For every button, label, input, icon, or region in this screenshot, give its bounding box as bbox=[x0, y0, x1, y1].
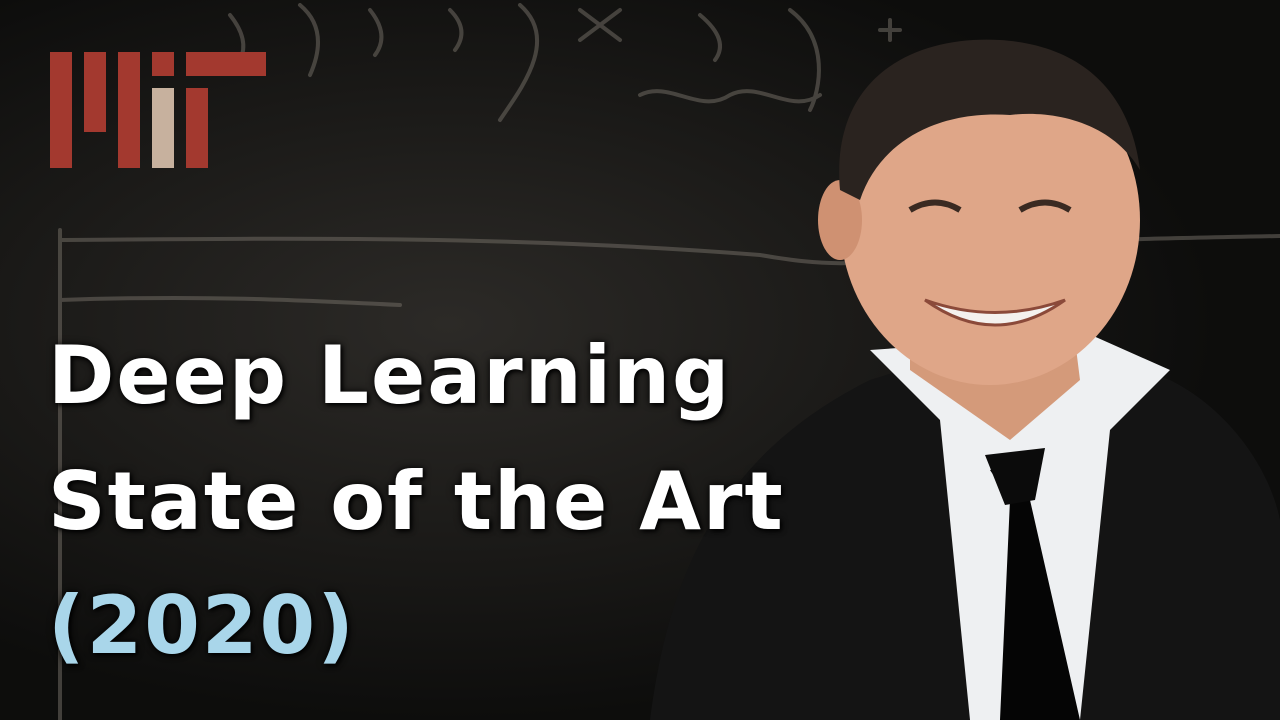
title-year: (2020) bbox=[48, 579, 356, 672]
mit-logo-icon bbox=[50, 52, 266, 168]
title-line-2: State of the Art bbox=[48, 455, 785, 548]
title-line-1: Deep Learning bbox=[48, 329, 732, 422]
video-thumbnail: Deep Learning State of the Art (2020) bbox=[0, 0, 1280, 720]
